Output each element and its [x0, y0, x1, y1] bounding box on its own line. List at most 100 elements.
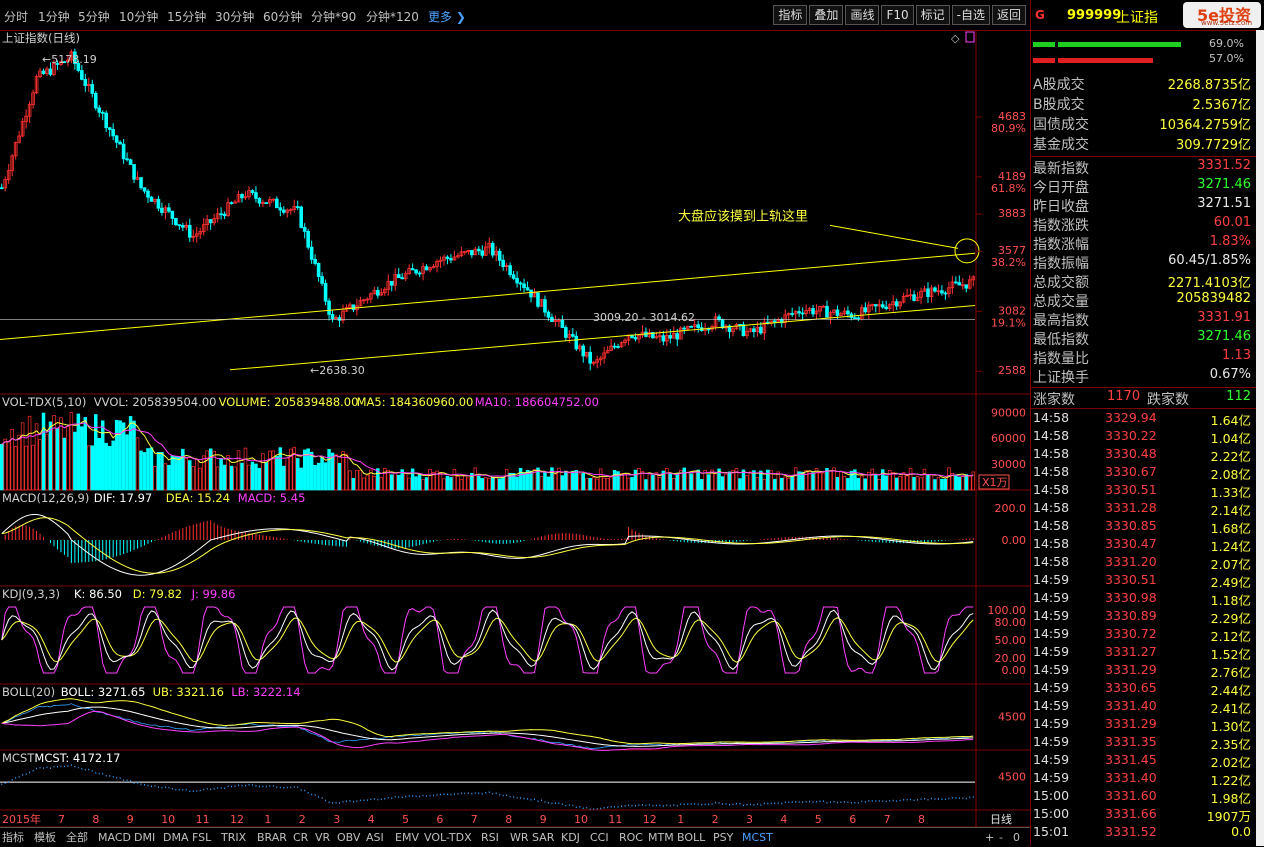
time-label: 8 — [92, 813, 99, 826]
toolbar-button-5[interactable]: -自选 — [951, 5, 990, 25]
candle-body — [863, 307, 868, 313]
tick-row: 14:59 3331.29 2.76亿 — [1033, 662, 1251, 680]
volume-bar — [612, 470, 617, 491]
indicator-tab-0[interactable]: 指标 — [2, 830, 24, 845]
kdj-pane[interactable]: KDJ(9,3,3) K: 86.50 D: 79.82 J: 99.86100.00… — [1, 587, 1026, 677]
indicator-tab-15[interactable]: RSI — [481, 830, 499, 845]
volume-bar — [480, 477, 485, 491]
candle-body — [477, 248, 481, 252]
volume-bar — [167, 464, 171, 491]
candle-body — [480, 250, 485, 256]
volume-pane[interactable]: VOL-TDX(5,10) VVOL: 205839504.00 VOLUME: 2… — [0, 395, 1026, 491]
volume-bar — [929, 474, 934, 491]
volume-bar — [477, 475, 481, 491]
indicator-tab-1[interactable]: 模板 — [34, 830, 56, 845]
volume-bar — [268, 450, 272, 491]
boll-pane[interactable]: BOLL(20) BOLL: 3271.65 UB: 3321.16 LB: 3222… — [1, 685, 1026, 751]
tick-time: 14:59 — [1033, 590, 1070, 605]
kdj-d-line — [1, 617, 974, 663]
volume-bar — [887, 470, 892, 491]
indicator-tab-24[interactable]: MCST — [742, 830, 773, 845]
volume-bar — [699, 479, 704, 491]
indicator-tab-17[interactable]: SAR — [532, 830, 554, 845]
stat-label: 今日开盘 — [1033, 180, 1089, 196]
side-scroll-strip[interactable] — [1256, 30, 1264, 846]
candle-body — [501, 259, 505, 267]
indicator-tab-16[interactable]: WR — [510, 830, 529, 845]
candle-body — [400, 277, 404, 280]
indicator-tab-9[interactable]: CR — [293, 830, 308, 845]
indicator-tab-12[interactable]: ASI — [366, 830, 384, 845]
toolbar-button-6[interactable]: 返回 — [991, 5, 1026, 25]
vol-vvol: VVOL: 205839504.00 — [94, 395, 217, 409]
kline-chart-area[interactable]: 大盘应该摸到上轨这里 上证指数(日线) ←5178.19 ←2638.30 3009.2… — [0, 30, 1030, 827]
volume-bar — [779, 477, 784, 491]
indicator-tab-18[interactable]: KDJ — [561, 830, 580, 845]
toolbar-button-3[interactable]: F10 — [881, 5, 914, 25]
stat-value: 60.01 — [1213, 215, 1251, 230]
zoom-control-2[interactable]: 0 — [1013, 830, 1020, 845]
indicator-tab-19[interactable]: CCI — [590, 830, 609, 845]
stat-label: 昨日收盘 — [1033, 199, 1089, 215]
volume-bar — [466, 477, 471, 491]
candle-body — [0, 187, 4, 190]
price-pane[interactable]: 大盘应该摸到上轨这里 上证指数(日线) ←5178.19 ←2638.30 3009.2… — [0, 31, 1026, 377]
period-tab-8[interactable]: 分钟*120 — [366, 8, 419, 25]
indicator-tab-7[interactable]: TRIX — [221, 830, 246, 845]
tick-volume: 2.08亿 — [1210, 467, 1251, 482]
indicator-tab-6[interactable]: FSL — [192, 830, 211, 845]
candle-body — [682, 327, 687, 330]
indicator-tab-21[interactable]: MTM — [648, 830, 674, 845]
indicator-tab-23[interactable]: PSY — [713, 830, 733, 845]
period-tab-1[interactable]: 1分钟 — [38, 8, 70, 25]
candle-body — [111, 129, 115, 137]
toolbar-button-2[interactable]: 画线 — [845, 5, 880, 25]
indicator-tab-3[interactable]: MACD — [98, 830, 131, 845]
volume-bar — [428, 469, 432, 491]
indicator-tab-10[interactable]: VR — [315, 830, 330, 845]
volume-bar — [515, 476, 519, 491]
period-tab-2[interactable]: 5分钟 — [78, 8, 110, 25]
indicator-tab-14[interactable]: VOL-TDX — [424, 830, 472, 845]
mcst-pane[interactable]: MCST MCST: 4172.17 4500 — [0, 751, 1026, 811]
indicator-tab-4[interactable]: DMI — [134, 830, 155, 845]
period-tab-3[interactable]: 10分钟 — [119, 8, 158, 25]
zoom-control-0[interactable]: + — [985, 830, 994, 845]
toolbar-button-4[interactable]: 标记 — [915, 5, 950, 25]
candle-body — [142, 187, 147, 192]
volume-bar — [685, 471, 690, 491]
indicator-tab-8[interactable]: BRAR — [257, 830, 287, 845]
volume-bar — [142, 452, 147, 491]
period-tab-4[interactable]: 15分钟 — [167, 8, 206, 25]
candle-body — [720, 319, 725, 329]
macd-pane[interactable]: MACD(12,26,9) DIF: 17.97 DEA: 15.24 MACD: 5… — [1, 491, 1026, 576]
indicator-tab-13[interactable]: EMV — [395, 830, 419, 845]
time-label: 5 — [815, 813, 822, 826]
stat-value: 3331.52 — [1197, 158, 1251, 173]
candle-body — [313, 259, 317, 264]
zoom-control-1[interactable]: - — [999, 830, 1003, 845]
stat-row: 最高指数 3331.91 — [1033, 310, 1251, 329]
volume-bar — [386, 470, 391, 491]
candle-body — [933, 287, 937, 292]
period-tab-0[interactable]: 分时 — [4, 8, 28, 25]
volume-bar — [720, 476, 725, 491]
toolbar-button-0[interactable]: 指标 — [773, 5, 808, 25]
fib-pct: 80.9% — [991, 122, 1026, 135]
tick-row: 14:59 3331.40 2.41亿 — [1033, 698, 1251, 716]
target-circle — [954, 238, 980, 264]
indicator-tab-20[interactable]: ROC — [619, 830, 643, 845]
indicator-tab-22[interactable]: BOLL — [677, 830, 705, 845]
indicator-tab-2[interactable]: 全部 — [66, 830, 88, 845]
indicator-tab-5[interactable]: DMA — [163, 830, 189, 845]
panel-divider — [1031, 408, 1264, 409]
toolbar-button-1[interactable]: 叠加 — [809, 5, 844, 25]
period-tab-5[interactable]: 30分钟 — [215, 8, 254, 25]
candle-body — [612, 345, 617, 348]
period-tab-7[interactable]: 分钟*90 — [311, 8, 356, 25]
tick-price: 3331.35 — [1105, 734, 1157, 749]
down-ratio-pct: 57.0% — [1209, 52, 1244, 65]
indicator-tab-11[interactable]: OBV — [337, 830, 360, 845]
period-tab-6[interactable]: 60分钟 — [263, 8, 302, 25]
period-tab-9[interactable]: 更多 ❯ — [428, 8, 466, 25]
